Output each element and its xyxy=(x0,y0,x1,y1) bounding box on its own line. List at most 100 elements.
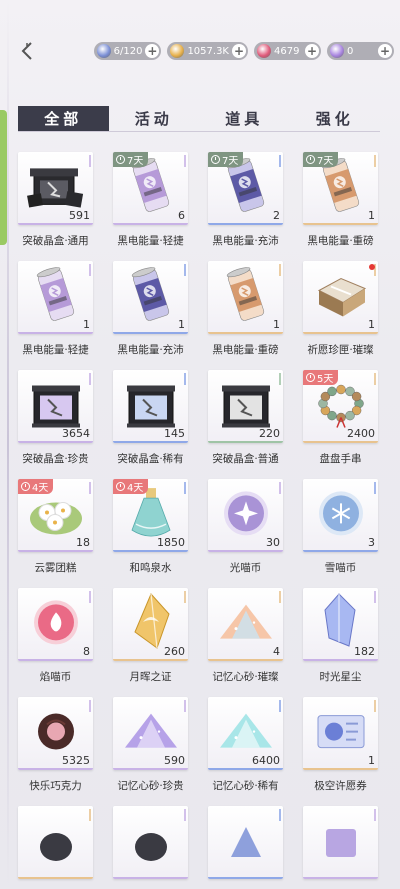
rarity-mark xyxy=(89,264,91,276)
rarity-mark xyxy=(279,155,281,167)
inventory-item[interactable]: 590 记忆心砂·珍贵 xyxy=(113,697,188,806)
item-count: 3 xyxy=(368,536,375,549)
item-card: 5325 xyxy=(18,697,93,770)
inventory-item[interactable]: 3654 突破晶盒·珍贵 xyxy=(18,370,93,479)
rarity-line xyxy=(18,441,93,443)
item-card: 1 xyxy=(303,697,378,770)
rarity-mark xyxy=(374,809,376,821)
inventory-item[interactable]: 1 黑电能量·轻捷 xyxy=(18,261,93,370)
inventory-item[interactable]: 8 焰喵币 xyxy=(18,588,93,697)
resource-value: 4679 xyxy=(274,45,300,57)
resource-crystal: 0 + xyxy=(327,42,394,60)
rarity-line xyxy=(18,659,93,661)
add-crystal-button[interactable]: + xyxy=(378,44,392,58)
inventory-item[interactable]: 591 突破晶盒·通用 xyxy=(18,152,93,261)
item-name: 黑电能量·轻捷 xyxy=(117,235,184,247)
expiry-badge: 7天 xyxy=(113,152,149,167)
rarity-line xyxy=(18,332,93,334)
item-name: 光喵币 xyxy=(229,562,262,574)
inventory-item[interactable]: 145 突破晶盒·稀有 xyxy=(113,370,188,479)
inventory-item[interactable]: 6400 记忆心砂·稀有 xyxy=(208,697,283,806)
rarity-line xyxy=(208,332,283,334)
rarity-mark xyxy=(184,482,186,494)
inventory-item[interactable]: 5325 快乐巧克力 xyxy=(18,697,93,806)
item-count: 4 xyxy=(273,645,280,658)
item-name: 极空许愿券 xyxy=(314,780,367,792)
inventory-item[interactable]: 1 黑电能量·充沛 xyxy=(113,261,188,370)
inventory-item[interactable] xyxy=(18,806,93,889)
item-card: 260 xyxy=(113,588,188,661)
rarity-mark xyxy=(184,700,186,712)
rarity-line xyxy=(18,768,93,770)
inventory-item[interactable]: 1 7天 黑电能量·重磅 xyxy=(303,152,378,261)
inventory-item[interactable]: 1 极空许愿券 xyxy=(303,697,378,806)
inventory-item[interactable]: 1 黑电能量·重磅 xyxy=(208,261,283,370)
item-card: 182 xyxy=(303,588,378,661)
inventory-item[interactable] xyxy=(303,806,378,889)
item-name: 突破晶盒·通用 xyxy=(22,235,89,247)
inventory-item[interactable]: 1 祈愿珍匣·璀璨 xyxy=(303,261,378,370)
rarity-line xyxy=(113,768,188,770)
rarity-line xyxy=(303,441,378,443)
rarity-line xyxy=(18,550,93,552)
clock-icon xyxy=(306,155,315,164)
inventory-item[interactable]: 6 7天 黑电能量·轻捷 xyxy=(113,152,188,261)
inventory-item[interactable]: 2400 5天 盘盘手串 xyxy=(303,370,378,479)
rarity-line xyxy=(208,768,283,770)
inventory-item[interactable]: 30 光喵币 xyxy=(208,479,283,588)
inventory-item[interactable]: 182 时光星尘 xyxy=(303,588,378,697)
rarity-mark xyxy=(184,809,186,821)
resource-value: 1057.3K xyxy=(187,45,229,57)
item-count: 30 xyxy=(266,536,280,549)
back-button[interactable] xyxy=(14,38,40,64)
rarity-mark xyxy=(374,700,376,712)
expiry-text: 7天 xyxy=(222,156,239,167)
left-rail xyxy=(7,0,9,889)
inventory-item[interactable]: 2 7天 黑电能量·充沛 xyxy=(208,152,283,261)
clock-icon xyxy=(211,155,220,164)
inventory-item[interactable]: 4 记忆心砂·璀璨 xyxy=(208,588,283,697)
inventory-item[interactable] xyxy=(113,806,188,889)
item-card: 1 xyxy=(18,261,93,334)
item-card: 8 xyxy=(18,588,93,661)
tab-2[interactable]: 道具 xyxy=(199,106,290,131)
rarity-mark xyxy=(374,373,376,385)
item-card: 3654 xyxy=(18,370,93,443)
add-ruby-button[interactable]: + xyxy=(305,44,319,58)
add-gold-button[interactable]: + xyxy=(232,44,246,58)
item-count: 6400 xyxy=(252,754,280,767)
item-count: 1 xyxy=(368,209,375,222)
rarity-mark xyxy=(184,591,186,603)
inventory-item[interactable] xyxy=(208,806,283,889)
item-name: 黑电能量·轻捷 xyxy=(22,344,89,356)
item-card: 4 xyxy=(208,588,283,661)
item-card: 145 xyxy=(113,370,188,443)
item-card: 3 xyxy=(303,479,378,552)
rarity-line xyxy=(303,877,378,879)
tab-0[interactable]: 全部 xyxy=(18,106,109,131)
rarity-mark xyxy=(184,155,186,167)
item-count: 3654 xyxy=(62,427,90,440)
rarity-mark xyxy=(184,373,186,385)
item-card: 1 7天 xyxy=(303,152,378,225)
rarity-line xyxy=(113,332,188,334)
inventory-item[interactable]: 220 突破晶盒·普通 xyxy=(208,370,283,479)
side-tab-indicator[interactable] xyxy=(0,110,7,245)
item-card: 18 4天 xyxy=(18,479,93,552)
item-card: 1 xyxy=(113,261,188,334)
item-count: 1 xyxy=(368,754,375,767)
add-stamina-button[interactable]: + xyxy=(145,44,160,58)
inventory-item[interactable]: 260 月晖之证 xyxy=(113,588,188,697)
inventory-item[interactable]: 1850 4天 和鸣泉水 xyxy=(113,479,188,588)
tab-1[interactable]: 活动 xyxy=(109,106,200,131)
item-count: 1 xyxy=(368,318,375,331)
item-name: 突破晶盒·稀有 xyxy=(117,453,184,465)
inventory-item[interactable]: 18 4天 云雾团糕 xyxy=(18,479,93,588)
tab-3[interactable]: 强化 xyxy=(290,106,381,131)
item-count: 1 xyxy=(178,318,185,331)
item-count: 182 xyxy=(354,645,375,658)
item-name: 盘盘手串 xyxy=(319,453,362,465)
inventory-item[interactable]: 3 雪喵币 xyxy=(303,479,378,588)
back-arrow-icon xyxy=(21,42,32,60)
rarity-mark xyxy=(89,155,91,167)
